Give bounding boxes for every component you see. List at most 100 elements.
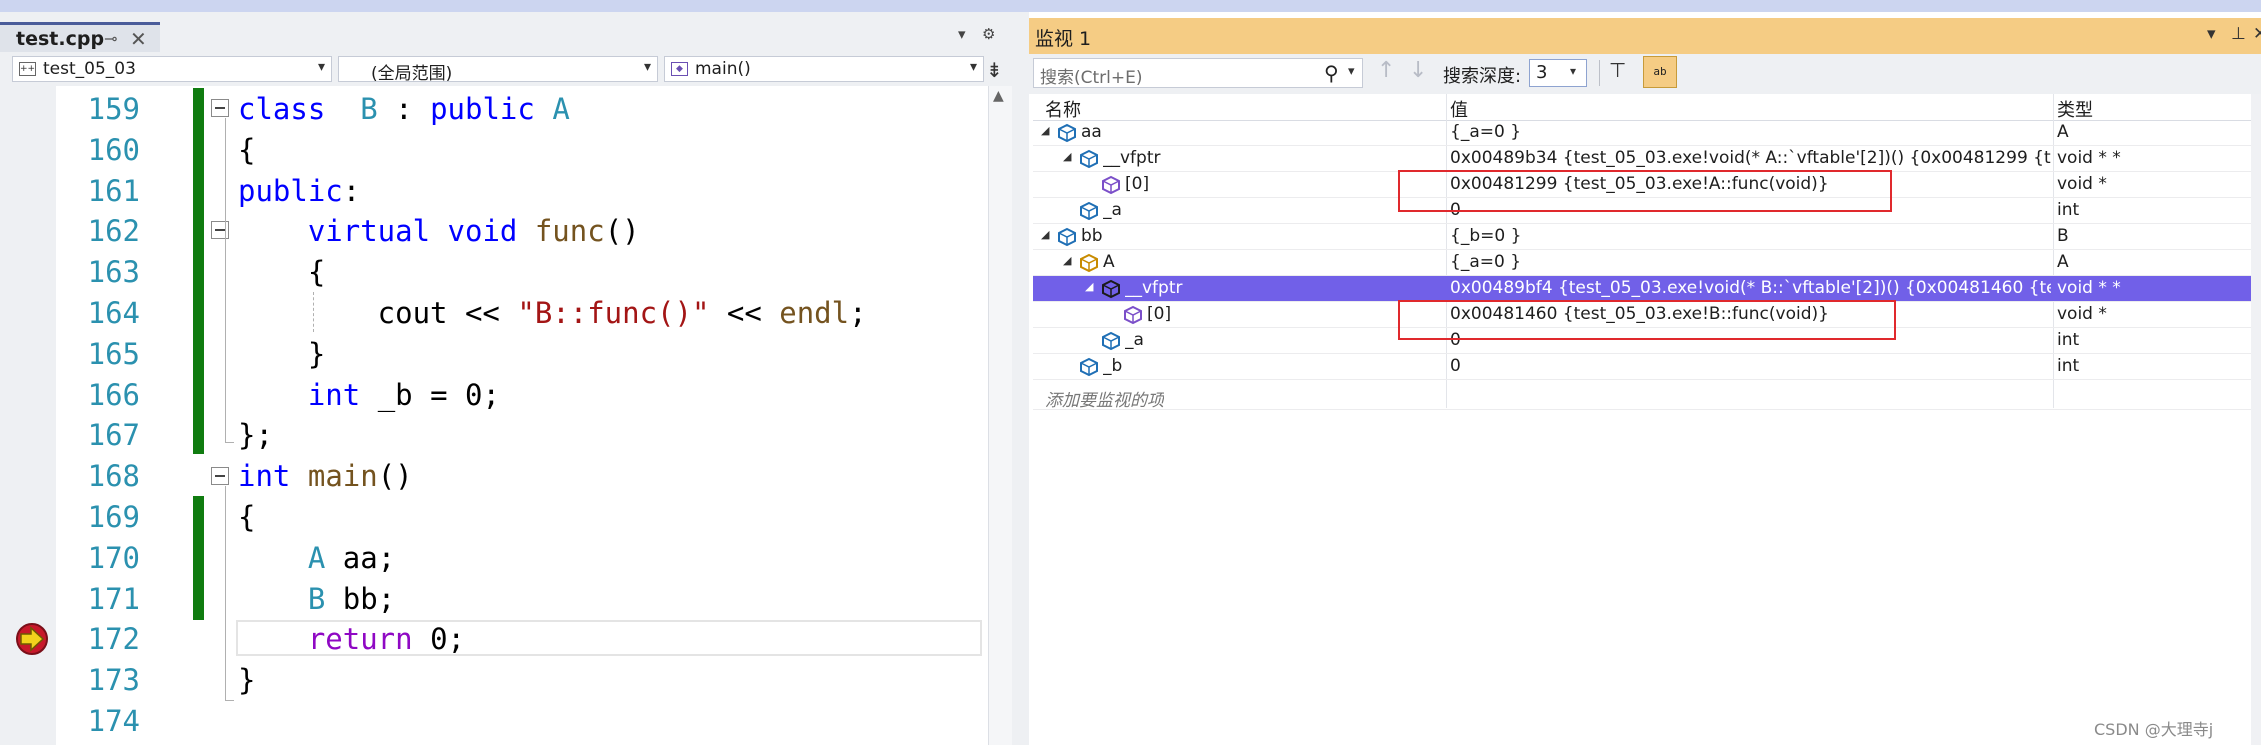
code-line[interactable]: int main() [238,456,413,497]
window-menu-icon[interactable]: ▾ [2207,24,2216,44]
line-number: 159 [87,92,140,126]
watch-vertical-scrollbar[interactable] [2251,94,2261,745]
expand-toggle-icon[interactable]: ◢ [1063,150,1071,163]
field-icon [1080,201,1098,221]
pane-splitter[interactable] [1012,12,1029,745]
code-line[interactable]: A aa; [238,538,395,579]
collapse-icon[interactable] [211,221,229,239]
pin-icon[interactable]: ⊸ [104,29,117,48]
watch-name: [0] [1147,304,1172,324]
watch-name: [0] [1125,174,1150,194]
scroll-up-icon[interactable]: ▲ [993,88,1004,104]
watch-value[interactable]: 0x00489b34 {test_05_03.exe!void(* A::`vf… [1450,148,2051,168]
collapse-icon[interactable] [211,99,229,117]
search-options-icon[interactable]: ▾ [1348,64,1355,79]
change-indicator-bar [193,496,204,620]
add-watch-row[interactable]: 添加要监视的项 [1033,384,2257,411]
code-line[interactable]: return 0; [238,619,465,660]
watch-row[interactable]: ◢ __vfptr 0x00489bf4 {test_05_03.exe!void(… [1033,276,2257,302]
code-line[interactable]: { [238,252,325,293]
line-number: 161 [87,173,140,208]
expand-toggle-icon[interactable]: ◢ [1085,280,1093,293]
column-header-type[interactable]: 类型 [2057,96,2093,122]
watch-value[interactable]: {_b=0 } [1450,226,2051,246]
watch-type: void * [2057,174,2107,194]
watch-row[interactable]: ◢ __vfptr 0x00489b34 {test_05_03.exe!void(… [1033,146,2257,172]
code-line[interactable]: { [238,497,255,538]
search-next-icon[interactable]: ↓ [1409,58,1427,83]
code-token: () [604,214,640,249]
settings-icon[interactable]: ⚙ [982,25,995,43]
code-line[interactable]: cout << "B::func()" << endl; [238,293,867,334]
close-icon[interactable]: ✕ [2253,24,2261,44]
watch-row[interactable]: ◢ bb {_b=0 } B [1033,224,2257,250]
search-depth-select[interactable]: 3 ▾ [1529,59,1587,87]
column-header-value[interactable]: 值 [1450,96,1468,122]
expand-toggle-icon[interactable]: ◢ [1063,254,1071,267]
editor-vertical-scrollbar[interactable]: ▲ [988,86,1012,745]
line-number: 167 [87,418,140,453]
code-line[interactable]: } [238,660,255,701]
watch-name: _b [1103,356,1123,376]
hex-display-button[interactable]: ab [1643,56,1677,88]
instruction-pointer-icon[interactable] [14,622,50,656]
watch-value[interactable]: 0 [1450,356,2051,376]
code-token: : [342,173,361,208]
pin-column-icon[interactable]: ⊤ [1609,58,1626,82]
watch-search-input[interactable]: 搜索(Ctrl+E) ⚲ ▾ [1033,58,1363,88]
project-dropdown[interactable]: ++ test_05_03 ▾ [12,56,332,82]
scope-dropdown[interactable]: (全局范围) ▾ [338,56,658,84]
editor-tab-bar: test.cpp ⊸ ✕ ▾ ⚙ [0,12,1012,52]
code-line[interactable]: virtual void func() [238,211,640,252]
add-watch-placeholder[interactable]: 添加要监视的项 [1045,386,1164,411]
code-token: A [307,540,326,575]
tab-test-cpp[interactable]: test.cpp ⊸ ✕ [0,22,160,52]
code-token: main [307,459,378,494]
code-token: aa; [325,540,396,575]
watch-value[interactable]: {_a=0 } [1450,252,2051,272]
chevron-down-icon: ▾ [317,59,325,75]
split-editor-icon[interactable]: ⇟ [986,58,1003,82]
watch-value[interactable]: {_a=0 } [1450,122,2051,142]
code-line[interactable]: { [238,130,255,171]
line-number: 169 [87,500,140,534]
tab-list-dropdown-icon[interactable]: ▾ [958,25,966,43]
code-token: } [238,336,326,371]
member-dropdown[interactable]: ◆ main() ▾ [664,56,984,82]
function-icon: ◆ [671,62,688,76]
expand-toggle-icon[interactable]: ◢ [1041,124,1049,137]
field-icon [1058,227,1076,247]
column-header-name[interactable]: 名称 [1045,96,1081,122]
watch-name: A [1103,252,1115,272]
watch-row[interactable]: ◢ A {_a=0 } A [1033,250,2257,276]
collapse-icon[interactable] [211,467,229,485]
code-token: void [447,214,518,249]
close-icon[interactable]: ✕ [130,27,147,51]
code-token: int [238,459,291,494]
code-line[interactable]: }; [238,415,273,456]
code-line[interactable]: class B : public A [238,89,570,130]
code-token: "B::func()" [517,296,710,330]
code-token: 0; [412,622,465,657]
watch-value[interactable]: 0x00489bf4 {test_05_03.exe!void(* B::`vf… [1450,278,2051,298]
field-icon [1058,123,1076,143]
search-icon[interactable]: ⚲ [1324,61,1339,85]
watch-header-row: 名称 值 类型 [1033,94,2257,121]
code-line[interactable]: public: [238,171,360,212]
line-number: 162 [87,214,140,249]
code-token: func [534,214,605,249]
watch-row[interactable]: ◢ aa {_a=0 } A [1033,120,2257,146]
search-previous-icon[interactable]: ↑ [1377,58,1395,83]
line-number: 171 [87,581,140,616]
code-line[interactable]: } [238,334,325,375]
code-line[interactable]: int _b = 0; [238,375,500,416]
expand-toggle-icon[interactable]: ◢ [1041,228,1049,241]
watch-name: aa [1081,122,1102,142]
toolbar-separator [1599,60,1600,86]
watermark-text: CSDN @大理寺j [2094,720,2214,739]
code-line[interactable]: B bb; [238,579,395,620]
watch-type: int [2057,330,2080,350]
pin-icon[interactable]: ⊥ [2231,24,2246,44]
watch-row[interactable]: _b 0 int [1033,354,2257,380]
